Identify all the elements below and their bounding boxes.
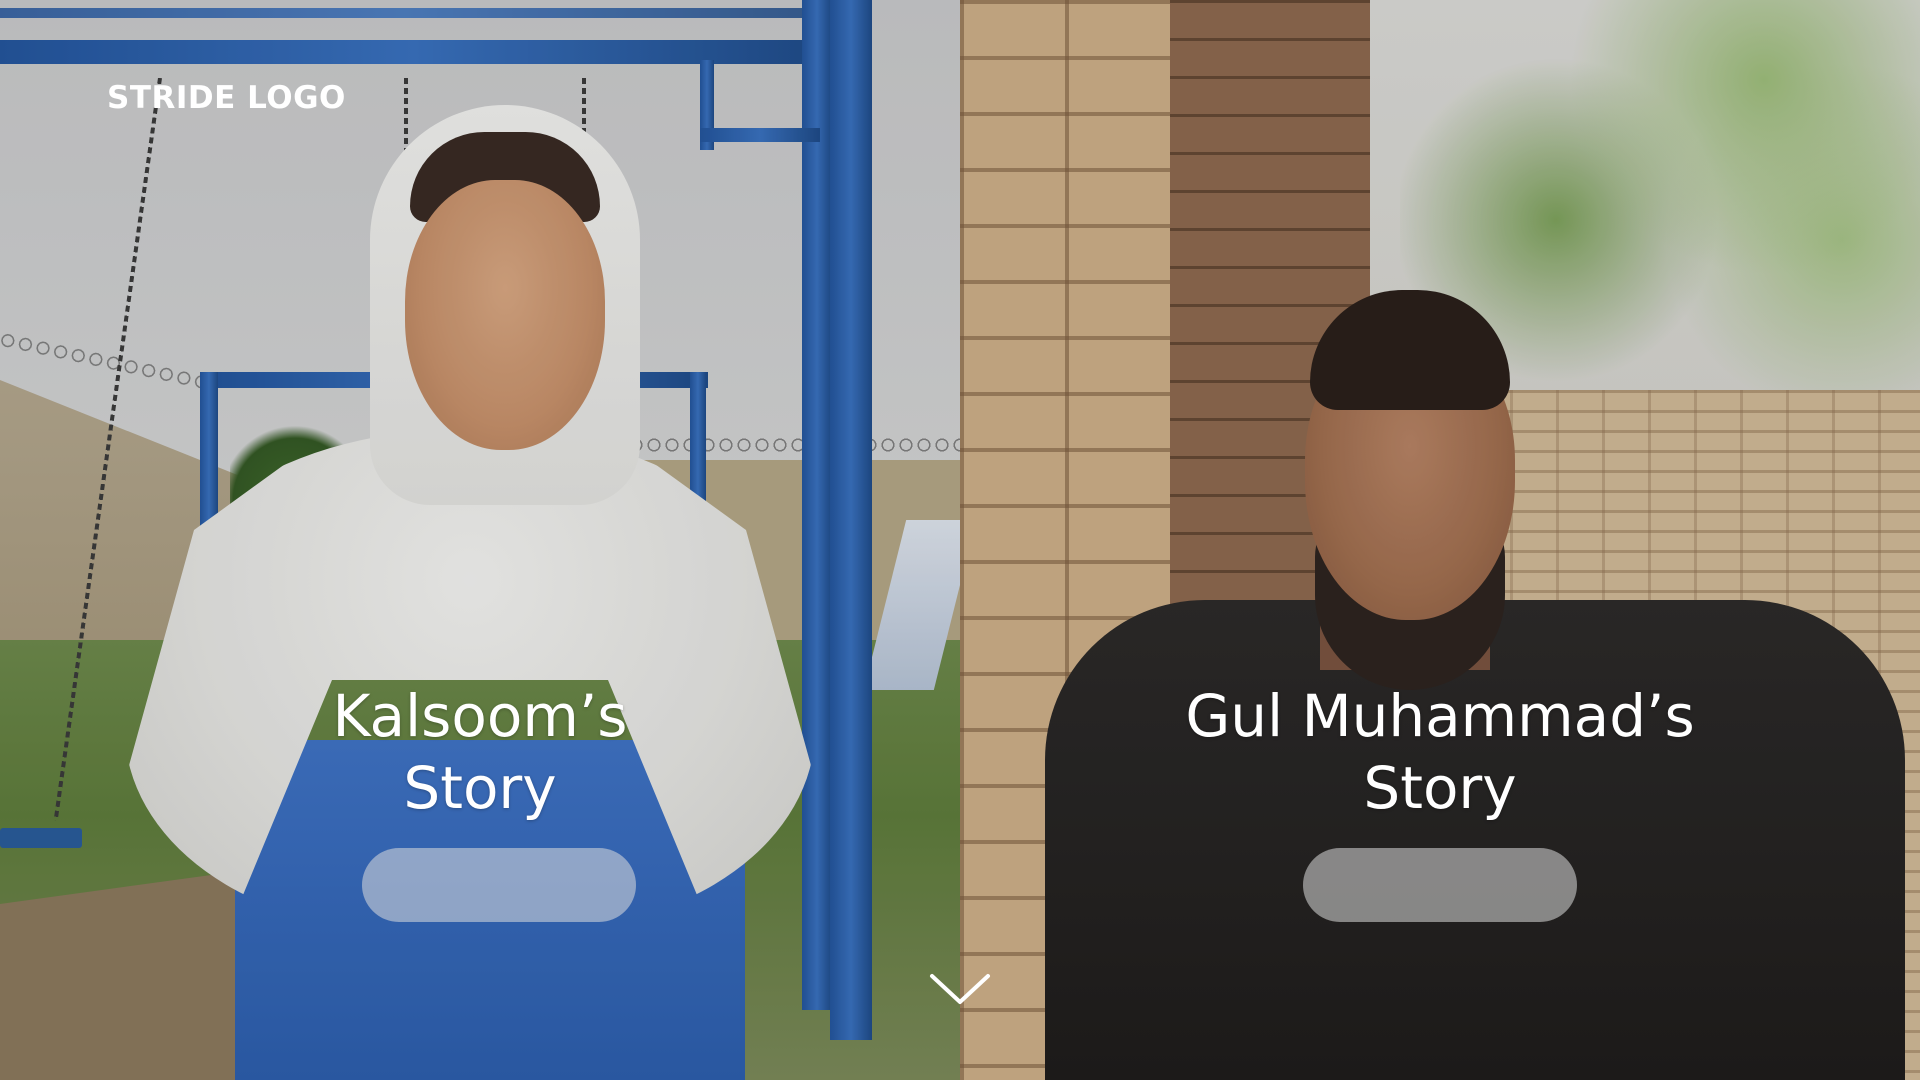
- stride-logo[interactable]: STRIDE LOGO: [107, 80, 346, 116]
- story-title-gul-muhammad: Gul Muhammad’s Story: [960, 680, 1920, 824]
- story-title-kalsoom: Kalsoom’s Story: [0, 680, 960, 824]
- story-panel-kalsoom[interactable]: Kalsoom’s Story: [0, 0, 960, 1080]
- story-title-line1: Kalsoom’s: [332, 682, 628, 750]
- story-panel-gul-muhammad[interactable]: Gul Muhammad’s Story: [960, 0, 1920, 1080]
- read-gul-muhammad-story-button[interactable]: [1303, 848, 1577, 922]
- story-title-line1: Gul Muhammad’s: [1185, 682, 1695, 750]
- story-title-line2: Story: [403, 754, 557, 822]
- story-title-line2: Story: [1363, 754, 1517, 822]
- chevron-down-icon[interactable]: [928, 970, 992, 1010]
- hero-section: Kalsoom’s Story Gul Muhammad’s Story STR…: [0, 0, 1920, 1080]
- read-kalsoom-story-button[interactable]: [362, 848, 636, 922]
